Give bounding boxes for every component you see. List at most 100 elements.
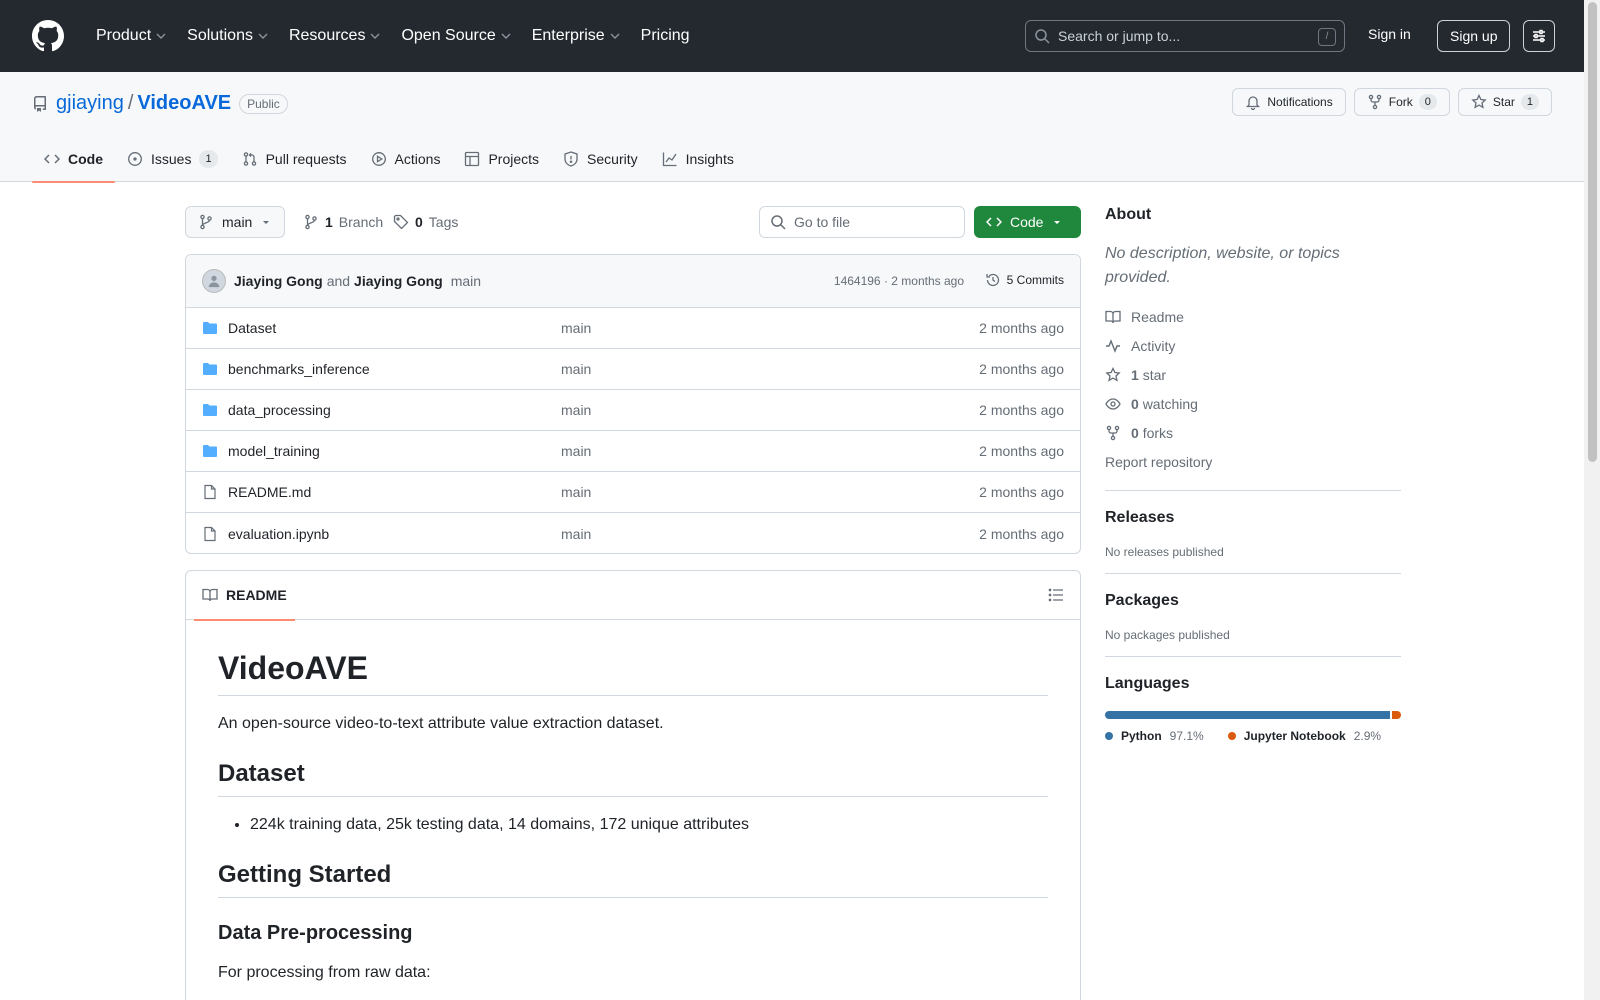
repo-name-link[interactable]: VideoAVE — [137, 92, 231, 115]
tab-label: Projects — [488, 151, 540, 167]
file-age: 2 months ago — [979, 525, 1064, 542]
readme-intro: An open-source video-to-text attribute v… — [218, 715, 664, 732]
nav-enterprise[interactable]: Enterprise — [524, 21, 629, 51]
code-button-label: Code — [1010, 214, 1044, 230]
packages-title[interactable]: Packages — [1105, 592, 1401, 610]
notifications-label: Notifications — [1267, 95, 1333, 109]
code-dropdown-button[interactable]: Code — [974, 206, 1081, 238]
outline-list-icon[interactable] — [1048, 587, 1064, 603]
language-item-python[interactable]: Python 97.1% — [1105, 729, 1204, 743]
file-name[interactable]: model_training — [228, 443, 320, 459]
readme-link[interactable]: Readme — [1105, 302, 1401, 331]
file-commit-message[interactable]: main — [561, 443, 591, 459]
packages-empty-text: No packages published — [1105, 628, 1230, 642]
sliders-icon — [1531, 28, 1547, 44]
tab-issues[interactable]: Issues 1 — [115, 136, 230, 182]
language-bar — [1105, 711, 1401, 719]
nav-solutions[interactable]: Solutions — [179, 21, 277, 51]
tab-security[interactable]: Security — [551, 136, 650, 182]
tab-actions[interactable]: Actions — [359, 136, 453, 182]
tag-icon — [393, 214, 409, 230]
readme-preprocessing-text: For processing from raw data: — [218, 964, 431, 981]
commit-message[interactable]: main — [451, 273, 481, 289]
nav-pricing[interactable]: Pricing — [633, 21, 698, 51]
scrollbar-thumb[interactable] — [1588, 2, 1597, 462]
nav-open-source[interactable]: Open Source — [393, 21, 519, 51]
forks-link[interactable]: 0 forks — [1105, 418, 1401, 447]
github-logo-icon[interactable] — [32, 20, 64, 52]
tab-projects[interactable]: Projects — [452, 136, 551, 182]
global-search-input[interactable]: Search or jump to... / — [1025, 20, 1345, 52]
file-row[interactable]: evaluation.ipynb main 2 months ago — [186, 513, 1080, 553]
file-row[interactable]: model_training main 2 months ago — [186, 431, 1080, 472]
tab-label: Actions — [394, 151, 441, 167]
watching-count: 0 — [1131, 395, 1139, 412]
commit-meta[interactable]: 1464196 · 2 months ago — [834, 274, 964, 288]
activity-link[interactable]: Activity — [1105, 331, 1401, 360]
file-row[interactable]: Dataset main 2 months ago — [186, 308, 1080, 349]
commit-author-1[interactable]: Jiaying Gong — [234, 273, 323, 289]
tag-count: 0 — [415, 214, 423, 230]
go-to-file-input[interactable]: Go to file — [759, 206, 965, 238]
fork-count: 0 — [1418, 94, 1437, 110]
tab-insights[interactable]: Insights — [650, 136, 746, 182]
releases-title[interactable]: Releases — [1105, 509, 1401, 527]
language-item-jupyter[interactable]: Jupyter Notebook 2.9% — [1227, 729, 1381, 743]
file-name[interactable]: benchmarks_inference — [228, 361, 370, 377]
folder-icon — [202, 402, 218, 418]
tab-code[interactable]: Code — [32, 136, 115, 183]
search-icon — [770, 214, 786, 230]
language-name: Jupyter Notebook — [1243, 729, 1346, 743]
watching-link[interactable]: 0 watching — [1105, 389, 1401, 418]
star-button[interactable]: Star 1 — [1457, 88, 1552, 116]
file-name[interactable]: data_processing — [228, 402, 331, 418]
file-commit-message[interactable]: main — [561, 526, 591, 542]
stars-link[interactable]: 1 star — [1105, 360, 1401, 389]
header-menu-button[interactable] — [1523, 20, 1555, 52]
repo-title: gjiaying / VideoAVE Public — [32, 92, 288, 115]
report-repository-link[interactable]: Report repository — [1105, 447, 1401, 476]
file-commit-message[interactable]: main — [561, 402, 591, 418]
file-age: 2 months ago — [979, 443, 1064, 459]
bell-icon — [1245, 94, 1261, 110]
search-shortcut-hint: / — [1318, 28, 1336, 46]
caret-down-icon — [1051, 216, 1063, 228]
file-commit-message[interactable]: main — [561, 484, 591, 500]
file-name[interactable]: evaluation.ipynb — [228, 526, 329, 542]
avatar[interactable] — [202, 269, 226, 293]
nav-label: Solutions — [187, 27, 253, 44]
branch-selector[interactable]: main — [185, 206, 286, 238]
file-name[interactable]: README.md — [228, 484, 311, 500]
notifications-button[interactable]: Notifications — [1232, 88, 1346, 116]
commits-link[interactable]: 5 Commits — [985, 272, 1064, 288]
sign-up-button[interactable]: Sign up — [1437, 20, 1511, 52]
fork-button[interactable]: Fork 0 — [1353, 88, 1450, 116]
readme-tab[interactable]: README — [194, 571, 295, 621]
code-icon — [44, 151, 60, 167]
readme-panel: README VideoAVE An open-source video-to-… — [185, 570, 1081, 1000]
star-count: 1 — [1520, 94, 1539, 110]
file-row[interactable]: benchmarks_inference main 2 months ago — [186, 349, 1080, 390]
file-row[interactable]: data_processing main 2 months ago — [186, 390, 1080, 431]
repo-path-separator: / — [127, 92, 134, 114]
tags-link[interactable]: 0 Tags — [393, 206, 458, 238]
chevron-down-icon — [609, 30, 621, 42]
sign-in-link[interactable]: Sign in — [1368, 26, 1411, 42]
nav-label: Open Source — [401, 27, 496, 44]
nav-resources[interactable]: Resources — [281, 21, 389, 51]
readme-heading-dataset: Dataset — [218, 760, 1048, 797]
releases-section: Releases No releases published — [1105, 490, 1401, 559]
file-list: Jiaying Gong and Jiaying Gong main 14641… — [185, 254, 1081, 554]
branches-link[interactable]: 1 Branch — [303, 206, 383, 238]
table-icon — [464, 151, 480, 167]
repo-owner-link[interactable]: gjiaying — [56, 92, 124, 115]
nav-product[interactable]: Product — [88, 21, 175, 51]
file-name[interactable]: Dataset — [228, 320, 276, 336]
tab-pull-requests[interactable]: Pull requests — [230, 136, 359, 182]
commit-author-2[interactable]: Jiaying Gong — [354, 273, 443, 289]
page-scrollbar[interactable] — [1584, 0, 1600, 1000]
file-commit-message[interactable]: main — [561, 320, 591, 336]
file-icon — [202, 526, 218, 542]
file-row[interactable]: README.md main 2 months ago — [186, 472, 1080, 513]
file-commit-message[interactable]: main — [561, 361, 591, 377]
